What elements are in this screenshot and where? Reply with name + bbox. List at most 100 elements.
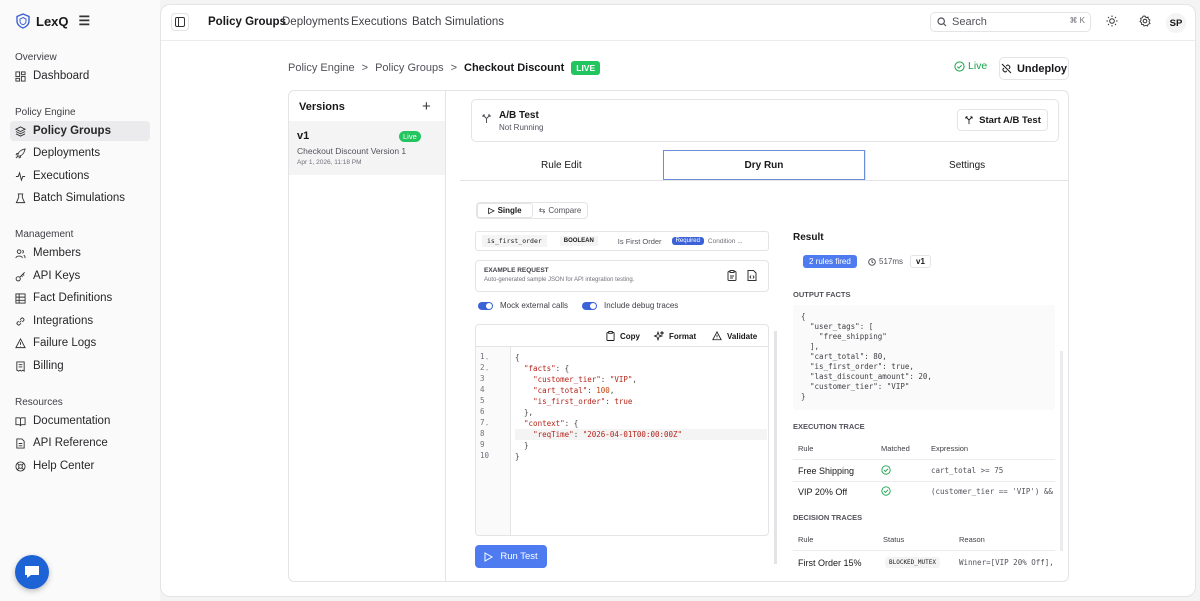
column-header: Status <box>883 535 905 544</box>
section-policy-engine: Policy Engine <box>15 107 76 118</box>
breadcrumb-current: Checkout Discount <box>464 62 565 74</box>
check-circle-icon <box>954 60 965 72</box>
sidebar-item-members[interactable]: Members <box>10 243 150 263</box>
code-line: "context": { <box>524 419 579 428</box>
table-row: Free Shipping cart_total >= 75 <box>793 460 1055 482</box>
scrollbar[interactable] <box>774 331 777 564</box>
fact-type: BOOLEAN <box>559 236 598 246</box>
sidebar-item-api-keys[interactable]: API Keys <box>10 266 150 286</box>
format-label: Format <box>669 331 697 341</box>
breadcrumb-policy-engine[interactable]: Policy Engine <box>288 62 355 74</box>
table-icon <box>15 292 26 304</box>
sun-icon[interactable] <box>1105 14 1119 28</box>
line-number: 5 <box>480 396 485 405</box>
version-name: v1 <box>297 130 310 142</box>
mode-compare[interactable]: ⇆ Compare <box>533 203 587 218</box>
main-panel: Policy Groups Deployments Executions Bat… <box>160 4 1196 597</box>
sidebar-item-documentation[interactable]: Documentation <box>10 411 150 431</box>
debug-traces-toggle[interactable]: Include debug traces <box>582 301 678 310</box>
tab-settings[interactable]: Settings <box>865 150 1068 180</box>
sidebar-item-batch-simulations[interactable]: Batch Simulations <box>10 188 150 208</box>
mock-external-calls-toggle[interactable]: Mock external calls <box>478 301 568 310</box>
fact-condition[interactable]: Condition ... <box>708 238 743 245</box>
ab-test-panel: A/B Test Not Running Start A/B Test <box>471 99 1059 142</box>
chat-button[interactable] <box>15 555 49 589</box>
sidebar-item-deployments[interactable]: Deployments <box>10 143 150 163</box>
version-item[interactable]: v1 Live Checkout Discount Version 1 Apr … <box>289 121 445 175</box>
code-line: "reqTime": "2026-04-01T00:00:00Z" <box>515 429 767 440</box>
undeploy-button[interactable]: Undeploy <box>999 57 1069 80</box>
gear-icon[interactable] <box>1138 14 1152 28</box>
output-facts: { "user_tags": [ "free_shipping" ], "car… <box>793 305 1055 410</box>
run-test-button[interactable]: Run Test <box>475 545 547 568</box>
tab-batch-simulations[interactable]: Batch Simulations <box>412 16 504 28</box>
sidebar-item-integrations[interactable]: Integrations <box>10 311 150 331</box>
column-header: Rule <box>798 444 814 453</box>
rule-expression: cart_total >= 75 <box>931 466 1004 475</box>
rules-fired-badge: 2 rules fired <box>803 255 857 268</box>
file-code-icon[interactable] <box>747 270 757 281</box>
fold-icon: ⌄ <box>485 366 489 372</box>
scrollbar[interactable] <box>1060 351 1063 551</box>
line-number: 3 <box>480 374 485 383</box>
search-input[interactable]: Search ⌘ K <box>930 12 1091 32</box>
breadcrumb-policy-groups[interactable]: Policy Groups <box>375 62 443 74</box>
sidebar-item-failure-logs[interactable]: Failure Logs <box>10 333 150 353</box>
lifebuoy-icon <box>15 460 26 472</box>
json-editor[interactable]: Copy Format Validate 1⌄ 2⌄ 3 4 5 6 7⌄ 8 … <box>475 324 769 536</box>
line-number: 6 <box>480 407 485 416</box>
split-icon <box>482 114 491 123</box>
warning-icon <box>712 331 722 341</box>
line-number: 1⌄ <box>480 352 489 361</box>
sidebar-item-billing[interactable]: Billing <box>10 356 150 376</box>
copy-button[interactable]: Copy <box>606 331 640 341</box>
sidebar-item-label: Executions <box>33 170 90 182</box>
sidebar-toggle-icon[interactable] <box>171 13 189 31</box>
sidebar-item-policy-groups[interactable]: Policy Groups <box>10 121 150 141</box>
sidebar-item-dashboard[interactable]: Dashboard <box>10 66 150 86</box>
code-line: } <box>515 441 529 450</box>
dashboard-icon <box>15 70 26 82</box>
sidebar-item-label: Help Center <box>33 460 95 472</box>
activity-icon <box>15 170 26 182</box>
tab-deployments[interactable]: Deployments <box>282 16 349 28</box>
tab-policy-groups[interactable]: Policy Groups <box>208 16 286 28</box>
validate-button[interactable]: Validate <box>712 331 757 341</box>
column-header: Rule <box>798 535 814 544</box>
menu-icon[interactable]: ☰ <box>79 13 91 29</box>
duration: 517ms <box>868 257 903 266</box>
code-line: { <box>515 353 520 362</box>
sidebar-item-executions[interactable]: Executions <box>10 166 150 186</box>
line-number: 10 <box>480 451 490 460</box>
sidebar-item-label: Dashboard <box>33 70 90 82</box>
add-version-button[interactable]: + <box>422 98 431 115</box>
search-icon <box>937 17 947 27</box>
duration-value: 517ms <box>879 257 904 266</box>
toggle-switch[interactable] <box>582 301 597 310</box>
avatar[interactable]: SP <box>1166 13 1186 33</box>
version-date: Apr 1, 2026, 11:18 PM <box>297 159 362 166</box>
decision-reason: Winner=[VIP 20% Off], Str <box>959 558 1055 567</box>
toggle-switch[interactable] <box>478 301 493 310</box>
sidebar-item-label: Policy Groups <box>33 125 111 137</box>
tab-dry-run[interactable]: Dry Run <box>662 150 866 180</box>
mode-single[interactable]: ▷ Single <box>477 203 533 218</box>
sidebar-item-fact-definitions[interactable]: Fact Definitions <box>10 288 150 308</box>
sidebar-item-api-reference[interactable]: API Reference <box>10 433 150 453</box>
mode-single-label: Single <box>497 206 522 215</box>
sidebar-item-help-center[interactable]: Help Center <box>10 456 150 476</box>
fact-key: is_first_order <box>482 235 547 247</box>
mode-compare-label: Compare <box>548 206 582 215</box>
versions-panel: Versions + v1 Live Checkout Discount Ver… <box>289 91 446 581</box>
line-number: 9 <box>480 440 485 449</box>
tab-executions[interactable]: Executions <box>351 16 407 28</box>
clipboard-icon[interactable] <box>727 270 737 281</box>
rule-name: VIP 20% Off <box>798 487 848 497</box>
start-ab-test-button[interactable]: Start A/B Test <box>957 109 1048 131</box>
example-request: EXAMPLE REQUEST Auto-generated sample JS… <box>475 260 769 292</box>
required-badge: Required <box>671 237 704 245</box>
format-button[interactable]: Format <box>654 331 696 341</box>
breadcrumb-separator: > <box>450 62 458 74</box>
tab-rule-edit[interactable]: Rule Edit <box>460 150 663 180</box>
brand[interactable]: LexQ ☰ <box>16 13 90 29</box>
